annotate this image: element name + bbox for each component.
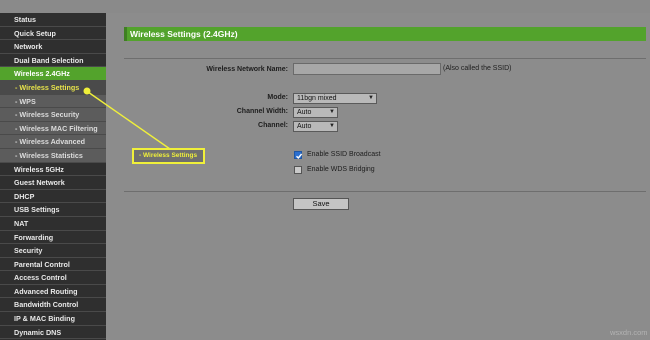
- callout-label: - Wireless Settings: [139, 152, 198, 159]
- watermark: wsxdn.com: [610, 328, 648, 337]
- callout-box: - Wireless Settings: [132, 148, 205, 164]
- callout-leader-line: [83, 87, 171, 150]
